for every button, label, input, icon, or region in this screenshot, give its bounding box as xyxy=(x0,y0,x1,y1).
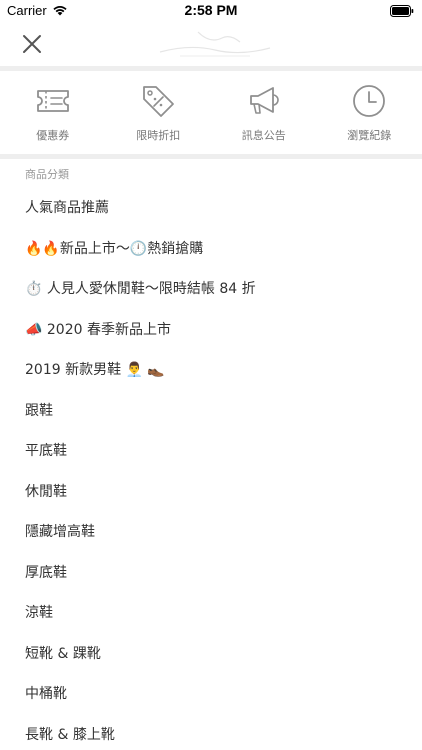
coupon-label: 優惠券 xyxy=(36,129,70,142)
category-item[interactable]: 🔥🔥新品上市～🕛熱銷搶購 xyxy=(0,228,422,269)
category-item[interactable]: 涼鞋 xyxy=(0,592,422,633)
megaphone-icon xyxy=(249,87,279,114)
category-list: 人氣商品推薦 🔥🔥新品上市～🕛熱銷搶購 ⏱️ 人見人愛休閒鞋～限時結帳 84 折… xyxy=(0,187,422,750)
section-header: 商品分類 xyxy=(25,168,69,181)
coupon-button[interactable]: 優惠券 xyxy=(0,71,106,154)
announcements-label: 訊息公告 xyxy=(241,129,286,142)
category-item[interactable]: 厚底鞋 xyxy=(0,552,422,593)
category-item[interactable]: 跟鞋 xyxy=(0,390,422,431)
limited-discount-button[interactable]: 限時折扣 xyxy=(106,71,212,154)
category-item[interactable]: 長靴 & 膝上靴 xyxy=(0,714,422,750)
browsing-history-button[interactable]: 瀏覽紀錄 xyxy=(317,71,422,154)
category-item[interactable]: 短靴 & 踝靴 xyxy=(0,633,422,674)
category-item[interactable]: 📣 2020 春季新品上市 xyxy=(0,309,422,350)
clock-time: 2:58 PM xyxy=(184,2,238,18)
category-item[interactable]: 中桶靴 xyxy=(0,673,422,714)
category-item[interactable]: 2019 新款男鞋 👨‍💼 👞 xyxy=(0,349,422,390)
discount-tag-icon xyxy=(143,86,175,117)
quick-actions: 優惠券 限時折扣 訊息公告 瀏覽紀錄 xyxy=(0,71,422,154)
clock-icon xyxy=(353,85,386,117)
announcements-button[interactable]: 訊息公告 xyxy=(211,71,317,154)
nav-bar xyxy=(0,22,422,66)
category-item[interactable]: ⏱️ 人見人愛休閒鞋～限時結帳 84 折 xyxy=(0,268,422,309)
category-item[interactable]: 休閒鞋 xyxy=(0,471,422,512)
close-icon xyxy=(23,35,41,53)
limited-discount-label: 限時折扣 xyxy=(136,129,181,142)
browsing-history-label: 瀏覽紀錄 xyxy=(347,129,392,142)
brand-logo-watermark xyxy=(159,31,271,57)
category-item[interactable]: 平底鞋 xyxy=(0,430,422,471)
close-button[interactable] xyxy=(14,28,50,60)
status-bar: Carrier 2:58 PM xyxy=(0,0,422,22)
battery-icon xyxy=(390,5,414,17)
category-item[interactable]: 隱藏增高鞋 xyxy=(0,511,422,552)
category-item[interactable]: 人氣商品推薦 xyxy=(0,187,422,228)
coupon-ticket-icon xyxy=(36,90,69,112)
divider xyxy=(0,154,422,159)
